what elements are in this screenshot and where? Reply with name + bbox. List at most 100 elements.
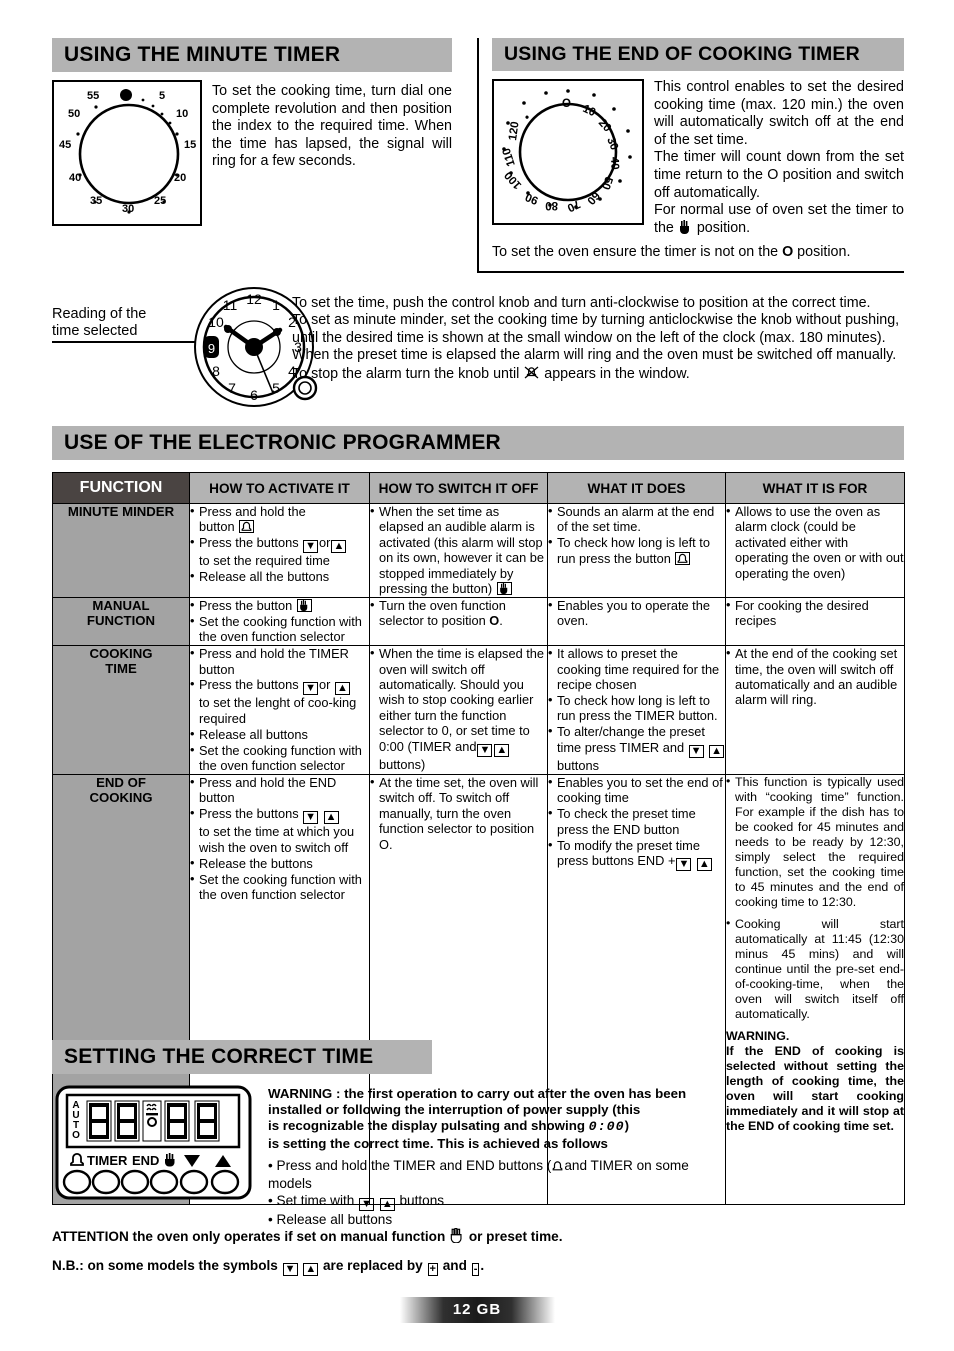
- clock-instructions: To set the time, push the control knob a…: [292, 295, 912, 383]
- panel-button: [179, 1169, 209, 1195]
- up-arrow-icon: ▲: [494, 743, 510, 757]
- up-arrow-icon: ▲: [696, 858, 712, 872]
- minute-timer-dial-figure: 5 10 15 20 25 30 35 40 45 50 55: [52, 80, 202, 226]
- setting-time-step-1-a: Press and hold the TIMER and END buttons…: [276, 1158, 552, 1173]
- cooking-time-what-it-does: It allows to preset the cooking time req…: [547, 645, 726, 775]
- panel-timer-label: TIMER: [87, 1153, 128, 1168]
- footer-language-code: GB: [476, 1301, 502, 1318]
- minute-dial-label-30: 30: [122, 203, 135, 215]
- manual-page: USING THE MINUTE TIMER 5 10 15 20 25 30 …: [0, 0, 954, 1351]
- setting-time-warning: WARNING : the first operation to carry o…: [268, 1086, 720, 1152]
- list-item: For cooking the desired recipes: [726, 597, 904, 629]
- column-header-what-it-is-for: WHAT IT IS FOR: [725, 472, 905, 504]
- row-label-line1: MANUAL: [92, 597, 150, 613]
- minute-dial-label-50: 50: [68, 108, 81, 120]
- manual-function-switch-off: Turn the oven function selector to posit…: [369, 596, 548, 647]
- manual-function-what-it-is-for: For cooking the desired recipes: [725, 596, 905, 647]
- bell-icon: [552, 1160, 563, 1172]
- list-item: Release all buttons: [190, 726, 369, 742]
- svg-text:•: •: [522, 113, 534, 123]
- programmer-panel-figure: A U T O TIMER END: [55, 1085, 252, 1200]
- hand-icon: [679, 219, 692, 234]
- minute-timer-title: USING THE MINUTE TIMER: [52, 38, 452, 72]
- list-item: Allows to use the oven as alarm clock (c…: [726, 503, 904, 581]
- end-timer-footer-note: To set the oven ensure the timer is not …: [492, 244, 904, 262]
- row-label-line2: COOKING: [89, 790, 153, 805]
- setting-time-warning-line-1: WARNING : the first operation to carry o…: [268, 1086, 687, 1101]
- hand-icon: [496, 582, 512, 596]
- row-label-line1: COOKING: [89, 646, 153, 662]
- svg-text:5: 5: [272, 380, 280, 396]
- minute-dial: 5 10 15 20 25 30 35 40 45 50 55: [54, 82, 206, 230]
- list-item: To alter/change the preset time press TI…: [548, 723, 725, 773]
- end-of-cooking-timer-section: USING THE END OF COOKING TIMER O 10 20 3…: [492, 38, 904, 262]
- svg-text:8: 8: [212, 363, 220, 379]
- svg-text:12: 12: [246, 291, 262, 307]
- list-item: Set the cooking function with the oven f…: [190, 742, 369, 774]
- list-item: Press and hold the TIMER button: [190, 645, 369, 677]
- down-arrow-icon: ▼: [303, 811, 319, 825]
- svg-text:50: 50: [599, 175, 615, 191]
- end-timer-paragraph-2: The timer will count down from the set t…: [654, 149, 904, 201]
- attention-note-a: ATTENTION the oven only operates if set …: [52, 1229, 446, 1244]
- end-of-cooking-warning-body: If the END of cooking is selected withou…: [726, 1044, 904, 1133]
- bell-icon: [675, 551, 691, 565]
- end-timer-dial-graphic: O 10 20 30 40 50 60 70 80 90 100 110 120…: [501, 89, 632, 214]
- row-label-line1: END OF: [96, 775, 146, 790]
- column-header-function: FUNCTION: [52, 472, 190, 504]
- clock-instruction-line-3: until the desired time is shown at the s…: [292, 329, 886, 346]
- footer-page-number: 12: [452, 1301, 472, 1318]
- attention-note: ATTENTION the oven only operates if set …: [52, 1228, 712, 1244]
- setting-time-step-1-c: models: [268, 1175, 312, 1191]
- row-label-line2: FUNCTION: [86, 612, 156, 628]
- minute-dial-label-55: 55: [87, 90, 100, 102]
- manual-function-what-it-does: Enables you to operate the oven.: [547, 596, 726, 647]
- setting-time-step-3-text: Release all buttons: [276, 1212, 393, 1227]
- setting-time-warning-line-3-b: ): [624, 1118, 630, 1134]
- list-item: Cooking will start automatically at 11:4…: [726, 916, 904, 1022]
- setting-time-title: SETTING THE CORRECT TIME: [52, 1040, 432, 1074]
- programmer-title: USE OF THE ELECTRONIC PROGRAMMER: [52, 426, 904, 460]
- nb-note-and: and: [442, 1258, 467, 1273]
- end-timer-paragraph-3-suffix: position.: [696, 219, 751, 236]
- end-of-cooking-timer-title: USING THE END OF COOKING TIMER: [492, 38, 904, 71]
- end-timer-dial-figure: O 10 20 30 40 50 60 70 80 90 100 110 120…: [492, 79, 644, 225]
- column-header-how-to-activate: HOW TO ACTIVATE IT: [189, 472, 370, 504]
- down-arrow-icon: ▼: [688, 744, 704, 758]
- end-timer-paragraph-1: This control enables to set the desired …: [654, 79, 904, 148]
- end-of-cooking-what-it-is-for: This function is typically used with “co…: [725, 774, 905, 1205]
- minute-timer-description: To set the cooking time, turn dial one c…: [212, 83, 452, 170]
- end-of-cooking-warning-title: WARNING.: [726, 1029, 790, 1043]
- up-arrow-icon: ▲: [379, 1198, 395, 1211]
- row-label-minute-minder: MINUTE MINDER: [52, 503, 190, 598]
- minute-timer-section: USING THE MINUTE TIMER 5 10 15 20 25 30 …: [52, 38, 452, 226]
- clock-caption: Reading of the time selected: [52, 306, 146, 340]
- end-timer-footer-note-a: To set the oven ensure the timer is not …: [492, 244, 783, 261]
- minute-dial-label-40: 40: [69, 172, 82, 184]
- display-zero-value: 0:00: [588, 1119, 625, 1135]
- clock-instruction-line-5: To stop the alarm turn the knob until ap…: [292, 365, 912, 383]
- hand-icon: [450, 1228, 464, 1243]
- svg-text:120: 120: [507, 121, 522, 142]
- setting-time-warning-line-2: installed or following the interruption …: [268, 1102, 641, 1118]
- list-item: Release all the buttons: [190, 568, 369, 584]
- nb-note: N.B.: on some models the symbols ▼ ▲ are…: [52, 1258, 712, 1276]
- auto-letter-o: O: [72, 1130, 80, 1141]
- up-arrow-icon: ▲: [303, 1263, 319, 1276]
- manual-function-activate: Press the button Set the cooking functio…: [189, 597, 370, 647]
- clock-instruction-line-5-b: appears in the window.: [544, 365, 690, 382]
- row-label-cooking-time: COOKING TIME: [52, 645, 190, 775]
- attention-note-b: or preset time.: [468, 1229, 563, 1244]
- setting-time-steps: • Press and hold the TIMER and END butto…: [268, 1157, 720, 1229]
- clock-instruction-line-5-a: To stop the alarm turn the knob until: [292, 365, 520, 382]
- setting-time-step-1-b: and TIMER on some: [564, 1158, 689, 1173]
- panel-button: [91, 1169, 121, 1195]
- down-arrow-icon: ▼: [282, 1263, 298, 1276]
- list-item: To check how long is left to run press t…: [548, 534, 725, 566]
- svg-text:100: 100: [502, 169, 524, 191]
- page-footer: 12 GB: [0, 1297, 954, 1323]
- cooking-time-what-it-is-for: At the end of the cooking set time, the …: [725, 645, 905, 775]
- end-timer-footer-note-o: O: [782, 244, 794, 261]
- clock-caption-line1: Reading of the: [52, 306, 147, 322]
- minute-dial-label-10: 10: [176, 108, 189, 120]
